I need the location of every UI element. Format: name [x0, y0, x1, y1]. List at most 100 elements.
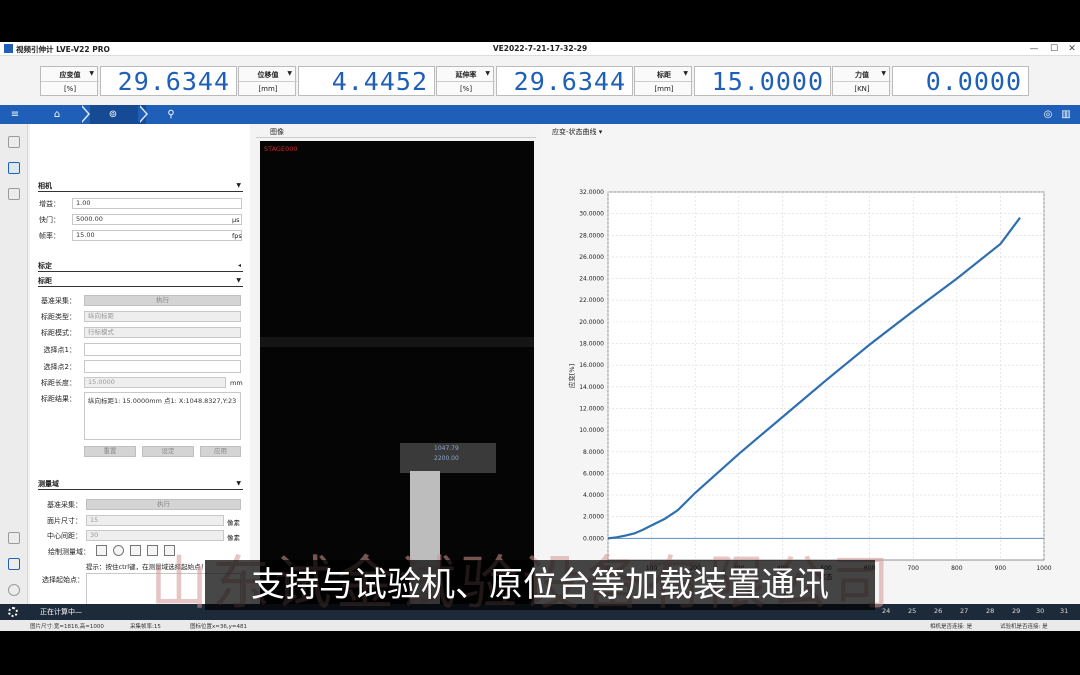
- status-text: 正在计算中—: [40, 608, 82, 616]
- readout-displacement-selector[interactable]: 位移值 ▼ [mm]: [238, 66, 297, 96]
- coord-label-y: 2200.00: [434, 455, 459, 462]
- readout-force-selector[interactable]: 力值 ▼ [KN]: [832, 66, 891, 96]
- dropdown-arrow-icon: ▼: [683, 70, 688, 77]
- y-tick-label: 32.0000: [579, 189, 604, 196]
- readout-value: 29.6344: [496, 66, 633, 96]
- gauge-section-header[interactable]: 标距 ▼: [38, 275, 243, 287]
- gauge-base-label: 基准采集：: [41, 297, 76, 305]
- y-tick-label: 14.0000: [579, 384, 604, 391]
- machine-connection-info: 试验机是否连接: 是: [1000, 624, 1048, 630]
- measure-execute-button[interactable]: 执行: [86, 499, 241, 510]
- image-icon[interactable]: [8, 188, 20, 200]
- y-tick-label: 22.0000: [579, 297, 604, 304]
- video-letterbox-top: [0, 0, 1080, 42]
- point1-field[interactable]: [84, 343, 241, 356]
- chart-tab[interactable]: 应变-状态曲线 ▾: [552, 127, 602, 137]
- gauge-execute-button[interactable]: 执行: [84, 295, 241, 306]
- image-tab[interactable]: 图像: [256, 126, 536, 138]
- gauge-set-button[interactable]: 设定: [142, 446, 194, 457]
- draw-circle-icon[interactable]: [113, 545, 124, 556]
- app-window: 视频引伸计 LVE-V22 PRO VE2022-7-21-17-32-29 —…: [0, 42, 1080, 631]
- point2-field[interactable]: [84, 360, 241, 373]
- home-icon[interactable]: ⌂: [44, 105, 70, 124]
- measure-section-header[interactable]: 测量域 ▼: [38, 478, 243, 490]
- center-step-field[interactable]: 30: [86, 530, 224, 541]
- camera-section-header[interactable]: 相机 ▼: [38, 180, 243, 192]
- y-tick-label: 20.0000: [579, 319, 604, 326]
- picture-icon[interactable]: [8, 558, 20, 570]
- gauge-length-label: 标距长度：: [41, 379, 76, 387]
- maximize-icon[interactable]: ☐: [1046, 42, 1062, 56]
- close-icon[interactable]: ✕: [1064, 42, 1080, 56]
- gauge-type-select[interactable]: 纵向标距: [84, 311, 241, 322]
- gauge-mode-label: 标距模式：: [41, 329, 76, 337]
- gauge-length-unit: mm: [230, 379, 243, 387]
- signal-icon[interactable]: [8, 584, 20, 596]
- dropdown-arrow-icon: ▼: [287, 70, 292, 77]
- minimize-icon[interactable]: —: [1026, 42, 1042, 56]
- gauge-length-field[interactable]: 15.0000: [84, 377, 226, 388]
- section-title: 测量域: [38, 480, 59, 488]
- chart-panel: 应变-状态曲线 ▾ 0.0000 2.0000 4.0000 6.0000 8.0000…: [540, 124, 1080, 604]
- title-bar: 视频引伸计 LVE-V22 PRO VE2022-7-21-17-32-29 —…: [0, 42, 1080, 56]
- readout-unit: [mm]: [258, 85, 278, 93]
- camera-view-icon[interactable]: ⊚: [100, 105, 126, 124]
- patch-size-field[interactable]: 15: [86, 515, 224, 526]
- info-bar: 图片尺寸:宽=1816,高=1000 采集帧率:15 图标位置x=36,y=48…: [0, 620, 1080, 631]
- camera-icon[interactable]: [8, 136, 20, 148]
- draw-rect-icon[interactable]: [96, 545, 107, 556]
- settings-panel: 相机 ▼ 增益： 1.00 快门： 5000.00 μs 帧率： 15.00 fp…: [30, 124, 250, 604]
- fps-info: 采集帧率:15: [130, 624, 161, 630]
- x-tick-label: 800: [951, 565, 963, 572]
- gauge-result-box[interactable]: 纵向标距1: 15.0000mm 点1: X:1048.8327,Y:23: [84, 392, 241, 440]
- search-icon[interactable]: ⚲: [158, 105, 184, 124]
- readout-elongation-selector[interactable]: 延伸率 ▼ [%]: [436, 66, 495, 96]
- menu-icon[interactable]: ≡: [4, 105, 26, 124]
- y-tick-label: 0.0000: [583, 535, 604, 542]
- gauge-result-label: 标距结果：: [41, 395, 76, 403]
- draw-polygon-icon[interactable]: [130, 545, 141, 556]
- center-step-unit: 像素: [227, 534, 240, 542]
- gauge-apply-button[interactable]: 应用: [200, 446, 241, 457]
- collapse-icon: ◂: [237, 262, 241, 269]
- layout-icon[interactable]: ▥: [1058, 105, 1074, 124]
- gauge-mode-select[interactable]: 行标模式: [84, 327, 241, 338]
- section-title: 相机: [38, 182, 52, 190]
- camera-view[interactable]: STAGE000 1047.79 2200.00: [260, 141, 534, 604]
- add-gauge-icon[interactable]: [8, 162, 20, 174]
- y-tick-label: 12.0000: [579, 405, 604, 412]
- readout-value: 0.0000: [892, 66, 1029, 96]
- crop-icon[interactable]: [8, 532, 20, 544]
- readout-unit: [%]: [63, 85, 77, 93]
- dropdown-arrow-icon: ▼: [89, 70, 94, 77]
- gain-label: 增益：: [39, 200, 60, 208]
- ruler-tick: 27: [960, 607, 969, 615]
- draw-domain-label: 绘制测量域：: [48, 548, 90, 556]
- gain-field[interactable]: 1.00: [72, 198, 242, 209]
- readout-value: 15.0000: [694, 66, 831, 96]
- strain-chart[interactable]: 0.0000 2.0000 4.0000 6.0000 8.0000 10.0000 12.…: [540, 138, 1070, 598]
- fps-unit: fps: [232, 232, 242, 240]
- gauge-reset-button[interactable]: 重置: [84, 446, 136, 457]
- y-tick-label: 28.0000: [579, 232, 604, 239]
- patch-size-unit: 像素: [227, 519, 240, 527]
- readout-gauge-selector[interactable]: 标距 ▼ [mm]: [634, 66, 693, 96]
- main-toolbar: ≡ ⌂ ⊚ ⚲ ◎ ▥: [0, 105, 1080, 124]
- section-title: 标定: [38, 262, 52, 270]
- video-subtitle: 支持与试验机、原位台等加载装置通讯: [205, 560, 875, 610]
- readout-bar: 应变值 ▼ [%] 29.6344 位移值 ▼ [mm] 4.4452 延伸率 …: [40, 66, 1030, 96]
- readout-unit: [mm]: [654, 85, 674, 93]
- target-icon[interactable]: ◎: [1040, 105, 1056, 124]
- dropdown-arrow-icon: ▼: [881, 70, 886, 77]
- x-tick-label: 1000: [1036, 565, 1051, 572]
- y-tick-label: 10.0000: [579, 427, 604, 434]
- camera-overlay-text: STAGE000: [264, 145, 298, 153]
- document-title: VE2022-7-21-17-32-29: [492, 44, 588, 53]
- calibration-section-header[interactable]: 标定 ◂: [38, 260, 243, 272]
- shutter-field[interactable]: 5000.00: [72, 214, 242, 225]
- readout-unit: [KN]: [854, 85, 870, 93]
- readout-strain-selector[interactable]: 应变值 ▼ [%]: [40, 66, 99, 96]
- ruler-tick: 30: [1036, 607, 1045, 615]
- fps-field[interactable]: 15.00: [72, 230, 242, 241]
- y-tick-label: 30.0000: [579, 211, 604, 218]
